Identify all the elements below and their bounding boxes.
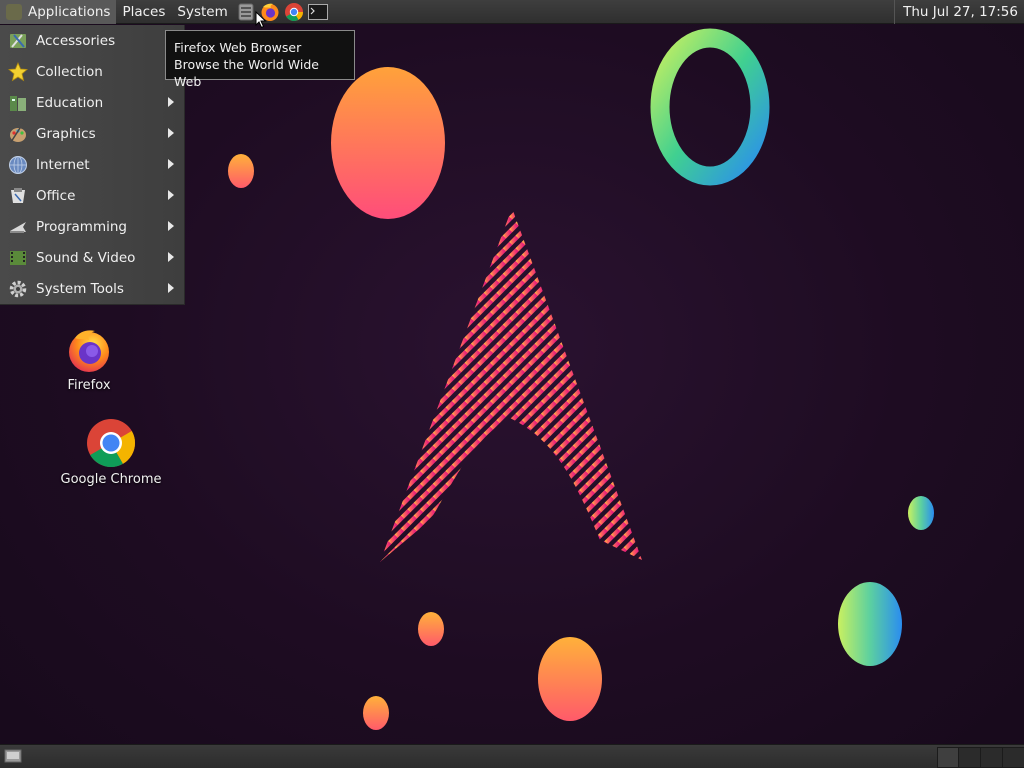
menu-item-label: Sound & Video: [36, 249, 136, 266]
small-orange-circle: [228, 154, 254, 188]
arch-logo: [380, 208, 642, 562]
tooltip-title: Firefox Web Browser: [174, 40, 302, 55]
chrome-icon: [87, 419, 136, 468]
terminal-icon: [307, 3, 328, 20]
green-blue-circle: [838, 582, 902, 666]
launcher-chrome[interactable]: [284, 2, 304, 22]
small-orange-circle: [418, 612, 444, 646]
system-menu-button[interactable]: System: [171, 0, 233, 24]
desktop-icon-label: Google Chrome: [60, 472, 162, 487]
small-green-circle: [908, 496, 934, 530]
menu-item-label: Collection: [36, 63, 103, 80]
menu-item-office[interactable]: Office: [0, 180, 184, 211]
menu-item-label: Programming: [36, 218, 127, 235]
star-icon: [7, 61, 29, 83]
orange-circle: [331, 67, 445, 219]
launcher-tooltip: Firefox Web Browser Browse the World Wid…: [165, 30, 355, 89]
menu-item-label: Internet: [36, 156, 90, 173]
globe-icon: [7, 154, 29, 176]
small-orange-circle: [363, 696, 389, 730]
menu-item-internet[interactable]: Internet: [0, 149, 184, 180]
chrome-icon: [284, 2, 303, 21]
launcher-terminal[interactable]: [307, 2, 328, 22]
menu-item-label: Accessories: [36, 32, 116, 49]
launcher-notes[interactable]: [236, 2, 256, 22]
tooltip-subtitle: Browse the World Wide Web: [174, 57, 319, 89]
mouse-pointer-icon: [255, 11, 267, 29]
menu-item-label: Education: [36, 94, 104, 111]
terminal-notes-icon: [238, 3, 254, 20]
accessories-icon: [7, 30, 29, 52]
gear-icon: [7, 278, 29, 300]
menu-item-label: Office: [36, 187, 76, 204]
menu-item-label: Graphics: [36, 125, 96, 142]
submenu-arrow-icon: [168, 252, 174, 262]
places-menu-label: Places: [122, 3, 166, 20]
menu-item-accessories[interactable]: Accessories: [0, 25, 184, 56]
media-icon: [7, 247, 29, 269]
office-icon: [7, 185, 29, 207]
firefox-icon: [69, 330, 109, 372]
menu-item-label: System Tools: [36, 280, 124, 297]
gradient-ring: [650, 28, 770, 186]
programming-icon: [7, 216, 29, 238]
orange-circle: [538, 637, 602, 721]
menu-item-system-tools[interactable]: System Tools: [0, 273, 184, 304]
top-panel: Applications Places System Thu Jul 27, 1…: [0, 0, 1024, 24]
submenu-arrow-icon: [168, 190, 174, 200]
system-menu-label: System: [177, 3, 228, 20]
applications-menu: Accessories Collection Education Graphic…: [0, 25, 185, 305]
bottom-panel: [0, 744, 1024, 768]
menu-item-programming[interactable]: Programming: [0, 211, 184, 242]
panel-clock[interactable]: Thu Jul 27, 17:56: [894, 0, 1024, 24]
submenu-arrow-icon: [168, 97, 174, 107]
menu-item-education[interactable]: Education: [0, 87, 184, 118]
clock-text: Thu Jul 27, 17:56: [903, 4, 1018, 20]
menu-item-collection[interactable]: Collection: [0, 56, 184, 87]
submenu-arrow-icon: [168, 221, 174, 231]
applications-menu-button[interactable]: Applications: [0, 0, 117, 24]
submenu-arrow-icon: [168, 159, 174, 169]
education-icon: [7, 92, 29, 114]
desktop-icon-chrome[interactable]: Google Chrome: [55, 418, 167, 487]
menu-item-graphics[interactable]: Graphics: [0, 118, 184, 149]
desktop-icon-label: Firefox: [67, 378, 111, 393]
show-desktop-icon[interactable]: [4, 748, 22, 764]
applications-menu-label: Applications: [28, 3, 111, 20]
graphics-icon: [7, 123, 29, 145]
submenu-arrow-icon: [168, 283, 174, 293]
workspace-4[interactable]: [1002, 747, 1024, 768]
applications-logo-icon: [6, 3, 22, 20]
menu-item-sound-video[interactable]: Sound & Video: [0, 242, 184, 273]
submenu-arrow-icon: [168, 128, 174, 138]
places-menu-button[interactable]: Places: [116, 0, 171, 24]
desktop-icon-firefox[interactable]: Firefox: [60, 326, 118, 393]
